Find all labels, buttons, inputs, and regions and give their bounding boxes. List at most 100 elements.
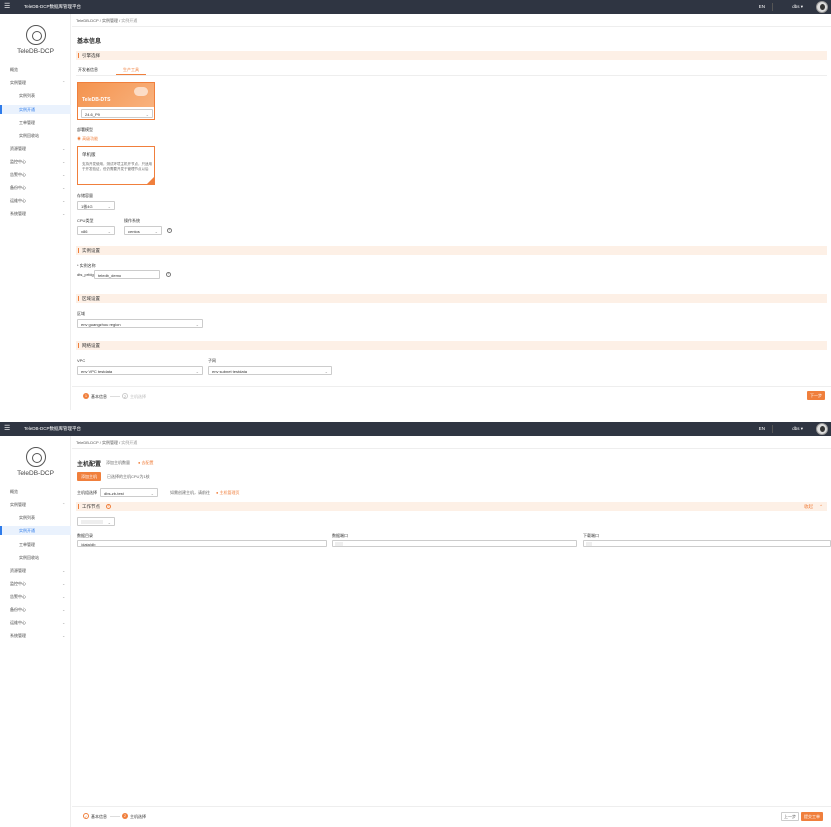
sidebar-item-backup[interactable]: 备份中心 xyxy=(10,607,26,613)
sidebar-item-resources[interactable]: 资源管理 xyxy=(10,568,26,574)
sidebar-item-overview[interactable]: 概览 xyxy=(10,67,18,73)
user-menu[interactable]: dbs ▾ xyxy=(792,426,803,432)
breadcrumb-current: 实例开通 xyxy=(121,440,138,445)
screenshot-basic-info: ☰ TeleDB-DCP数据库管理平台 EN dbs ▾ TeleDB-DCP … xyxy=(0,0,831,410)
sidebar-item-instance-create[interactable]: 实例开通 xyxy=(19,107,35,113)
redacted-value xyxy=(81,520,103,524)
deploy-option[interactable]: ◉ 高级功能 xyxy=(77,136,98,142)
language-switch[interactable]: EN xyxy=(759,426,765,431)
version-select[interactable]: 24.6_P9 ⌄ xyxy=(81,109,153,118)
os-value: centos xyxy=(128,229,140,234)
breadcrumb-root[interactable]: TeleDB-DCP xyxy=(76,440,99,445)
top-bar: ☰ TeleDB-DCP数据库管理平台 EN dbs ▾ xyxy=(0,0,831,14)
sidebar-item-alerts[interactable]: 告警中心 xyxy=(10,172,26,178)
sidebar-item-overview[interactable]: 概览 xyxy=(10,489,18,495)
chevron-down-icon: ⌄ xyxy=(62,568,66,573)
section-network: 网络设置 xyxy=(76,341,827,350)
data-port-input[interactable] xyxy=(332,540,577,547)
footer-bar: 1 基本信息 2 主机选择 下一步 xyxy=(72,386,831,404)
menu-icon[interactable]: ☰ xyxy=(4,3,10,10)
breadcrumb-instance[interactable]: 实例管理 xyxy=(102,18,118,23)
avatar[interactable] xyxy=(816,1,828,13)
brand-name: TeleDB-DCP xyxy=(17,470,54,477)
host-mgmt-link[interactable]: ● 主机管理页 xyxy=(216,490,240,496)
help-icon[interactable]: ? xyxy=(166,272,171,277)
top-bar: ☰ TeleDB-DCP数据库管理平台 EN dbs ▾ xyxy=(0,422,831,436)
breadcrumb: TeleDB-DCP / 实例管理 / 实例开通 xyxy=(76,440,138,445)
sidebar-item-resources[interactable]: 资源管理 xyxy=(10,146,26,152)
spec-select[interactable]: 1核4G ⌄ xyxy=(77,201,115,210)
node-select[interactable]: ⌄ xyxy=(77,517,115,526)
tab-developer[interactable]: 开发者信息 xyxy=(78,67,98,73)
mode-description: 支持开发使用，测试环境主机开节点，只适用于开发验证，但仍需要开发于管理节点以后 xyxy=(82,162,152,171)
sidebar-item-tickets[interactable]: 工单管理 xyxy=(19,542,35,548)
add-host-button[interactable]: 添加主机 xyxy=(77,472,101,481)
data-dir-input[interactable]: /data/db xyxy=(77,540,327,547)
sidebar-item-instance-mgmt[interactable]: 实例管理 xyxy=(10,502,26,508)
logo-icon xyxy=(26,25,46,45)
instance-name-input[interactable]: teledb_demo xyxy=(94,270,160,279)
section-title: 实例设置 xyxy=(82,248,100,253)
avatar[interactable] xyxy=(816,423,828,435)
step-1-icon: 1 xyxy=(83,393,89,399)
divider xyxy=(72,26,831,27)
info-icon: ● xyxy=(138,460,141,465)
region-value: env guangzhou region xyxy=(81,322,121,327)
section-title: 工作节点 xyxy=(82,504,100,509)
sidebar-item-tickets[interactable]: 工单管理 xyxy=(19,120,35,126)
sidebar-item-backup[interactable]: 备份中心 xyxy=(10,185,26,191)
mode-card[interactable]: 单机版 支持开发使用，测试环境主机开节点，只适用于开发验证，但仍需要开发于管理节… xyxy=(77,146,155,185)
collapse-toggle[interactable]: 收起 xyxy=(804,504,813,510)
nav-active-bar xyxy=(0,105,2,114)
sidebar-item-monitor[interactable]: 监控中心 xyxy=(10,581,26,587)
step-2-icon: 2 xyxy=(122,813,128,819)
sidebar-item-instance-create[interactable]: 实例开通 xyxy=(19,528,35,534)
sidebar-item-recycle[interactable]: 实例回收站 xyxy=(19,133,39,139)
vpc-select[interactable]: env VPC testdata ⌄ xyxy=(77,366,203,375)
chevron-down-icon: ⌄ xyxy=(145,112,149,117)
product-card[interactable]: TeleDB-DTS 24.6_P9 ⌄ xyxy=(77,82,155,120)
sidebar-item-instance-list[interactable]: 实例列表 xyxy=(19,515,35,521)
help-icon[interactable]: ? xyxy=(167,228,172,233)
configure-link[interactable]: ● 去配置 xyxy=(138,460,154,466)
spec-value: 1核4G xyxy=(81,204,93,209)
vpc-label: VPC xyxy=(77,358,86,363)
region-select[interactable]: env guangzhou region ⌄ xyxy=(77,319,203,328)
section-title: 网络设置 xyxy=(82,343,100,348)
sidebar-item-system[interactable]: 系统管理 xyxy=(10,211,26,217)
sidebar-item-ops[interactable]: 运维中心 xyxy=(10,198,26,204)
chevron-down-icon: ⌄ xyxy=(62,198,66,203)
prev-button[interactable]: 上一步 xyxy=(781,812,799,821)
host-group-select[interactable]: dbs-zb-test ⌄ xyxy=(100,488,158,497)
cpu-select[interactable]: x86 ⌄ xyxy=(77,226,115,235)
app-title: TeleDB-DCP数据库管理平台 xyxy=(24,426,82,431)
os-select[interactable]: centos ⌄ xyxy=(124,226,162,235)
instance-prefix: dts_prfdg xyxy=(77,272,94,277)
help-icon[interactable]: ? xyxy=(106,504,111,509)
menu-icon[interactable]: ☰ xyxy=(4,425,10,432)
breadcrumb-root[interactable]: TeleDB-DCP xyxy=(76,18,99,23)
sidebar-item-instance-mgmt[interactable]: 实例管理 xyxy=(10,80,26,86)
section-work-node: 工作节点 ? 收起 ⌃ xyxy=(76,502,827,511)
submit-button[interactable]: 提交工单 xyxy=(801,812,823,821)
next-button[interactable]: 下一步 xyxy=(807,391,825,400)
sidebar-item-alerts[interactable]: 告警中心 xyxy=(10,594,26,600)
sidebar-item-instance-list[interactable]: 实例列表 xyxy=(19,93,35,99)
host-cpu-note: 已选择的主机CPU为1核 xyxy=(107,474,150,479)
sidebar-item-recycle[interactable]: 实例回收站 xyxy=(19,555,39,561)
download-port-input[interactable] xyxy=(583,540,831,547)
nav-active-highlight xyxy=(0,105,71,114)
language-switch[interactable]: EN xyxy=(759,4,765,9)
tab-production[interactable]: 生产工具 xyxy=(123,67,139,73)
sidebar: TeleDB-DCP 概览 实例管理 ⌃ 实例列表 实例开通 工单管理 实例回收… xyxy=(0,14,71,410)
info-icon: ● xyxy=(216,490,219,495)
redacted-value xyxy=(335,542,343,546)
chevron-up-icon: ⌃ xyxy=(62,502,66,507)
user-menu[interactable]: dbs ▾ xyxy=(792,4,803,10)
breadcrumb-instance[interactable]: 实例管理 xyxy=(102,440,118,445)
sidebar-item-system[interactable]: 系统管理 xyxy=(10,633,26,639)
subnet-select[interactable]: env subnet testdata ⌄ xyxy=(208,366,332,375)
sidebar-item-monitor[interactable]: 监控中心 xyxy=(10,159,26,165)
subnet-value: env subnet testdata xyxy=(212,369,247,374)
sidebar-item-ops[interactable]: 运维中心 xyxy=(10,620,26,626)
